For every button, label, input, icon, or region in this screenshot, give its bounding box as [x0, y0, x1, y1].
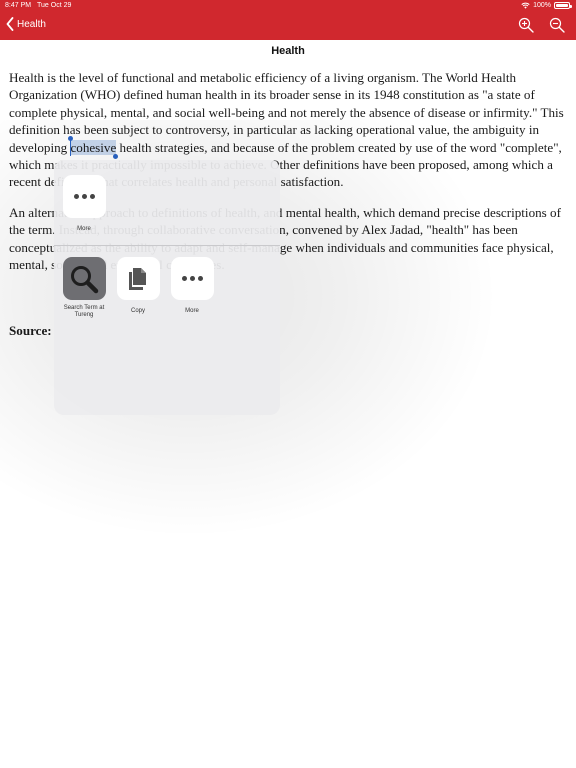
action-label: More: [185, 308, 199, 314]
action-label: Copy: [130, 308, 145, 314]
zoom-out-icon[interactable]: [549, 17, 565, 33]
more-dots-icon: [170, 257, 214, 300]
zoom-in-icon[interactable]: [518, 17, 534, 33]
back-button-label: Health: [17, 18, 46, 30]
status-time: 8:47 PM: [5, 2, 32, 9]
page-title: Health: [271, 45, 305, 57]
wifi-icon: [521, 2, 530, 9]
chevron-left-icon: [6, 17, 14, 31]
more-dots-icon: [62, 175, 106, 218]
back-button[interactable]: Health: [6, 17, 46, 31]
search-tureng-button[interactable]: Search Term at Tureng: [62, 257, 106, 319]
share-sheet: More Search Term at Tureng Copy More: [54, 160, 280, 415]
more-button-row1[interactable]: More: [62, 175, 106, 233]
selected-word: cohesive: [70, 139, 117, 155]
copy-button[interactable]: Copy: [116, 257, 160, 315]
battery-percent: 100%: [533, 2, 551, 9]
copy-icon: [116, 257, 160, 300]
navigation-bar: 8:47 PM Tue Oct 29 100% Health: [0, 0, 576, 40]
more-button-row2[interactable]: More: [170, 257, 214, 315]
battery-icon: [554, 2, 572, 9]
selection-handle-end[interactable]: [113, 153, 119, 159]
action-label: More: [77, 226, 91, 232]
status-date: Tue Oct 29: [37, 2, 72, 9]
sheet-divider: [54, 245, 280, 246]
status-indicators: 100%: [521, 2, 572, 9]
text-selection[interactable]: cohesive: [68, 135, 119, 159]
action-label: Search Term at Tureng: [63, 305, 105, 318]
source-label: Source:: [9, 323, 52, 338]
magnifier-icon: [62, 257, 106, 300]
